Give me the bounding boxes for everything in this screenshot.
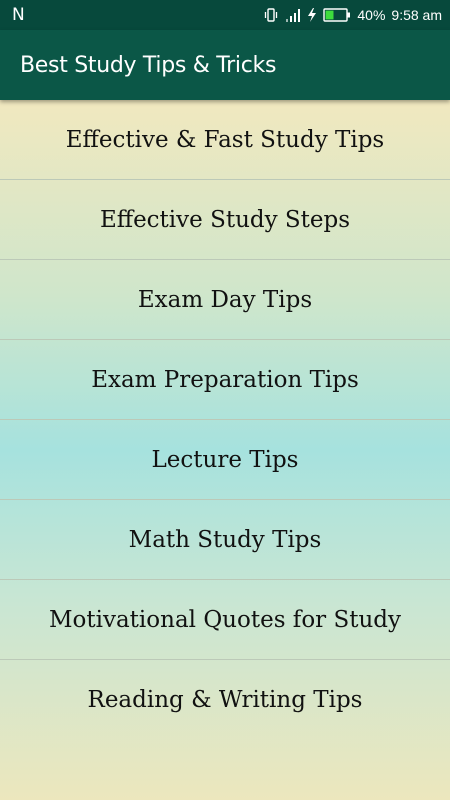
signal-icon (285, 8, 301, 22)
status-icons: 40% 9:58 am (263, 7, 442, 23)
menu-item-exam-day-tips[interactable]: Exam Day Tips (0, 260, 450, 340)
vibrate-icon (263, 7, 279, 23)
notification-n-icon: N (12, 5, 25, 25)
battery-icon (323, 8, 351, 22)
menu-item-motivational-quotes[interactable]: Motivational Quotes for Study (0, 580, 450, 660)
app-bar: Best Study Tips & Tricks (0, 30, 450, 100)
charging-icon (307, 8, 317, 22)
battery-percent: 40% (357, 7, 386, 23)
menu-item-exam-preparation-tips[interactable]: Exam Preparation Tips (0, 340, 450, 420)
status-bar: N 40% 9:58 am (0, 0, 450, 30)
menu-item-effective-study-steps[interactable]: Effective Study Steps (0, 180, 450, 260)
menu-item-reading-writing-tips[interactable]: Reading & Writing Tips (0, 660, 450, 739)
menu-item-effective-fast-study-tips[interactable]: Effective & Fast Study Tips (0, 100, 450, 180)
menu-item-math-study-tips[interactable]: Math Study Tips (0, 500, 450, 580)
menu-item-lecture-tips[interactable]: Lecture Tips (0, 420, 450, 500)
clock: 9:58 am (391, 7, 442, 23)
app-title: Best Study Tips & Tricks (20, 52, 277, 78)
content-area: Effective & Fast Study Tips Effective St… (0, 100, 450, 800)
menu-list: Effective & Fast Study Tips Effective St… (0, 100, 450, 739)
